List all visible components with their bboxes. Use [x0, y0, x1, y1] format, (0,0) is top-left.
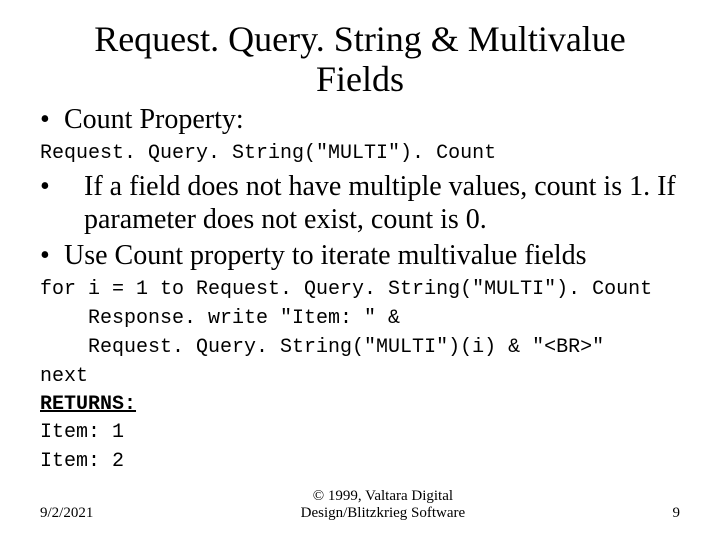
slide-title: Request. Query. String & Multivalue Fiel…	[40, 20, 680, 99]
footer-date: 9/2/2021	[40, 505, 93, 522]
bullet-use-count: Use Count property to iterate multivalue…	[40, 239, 680, 273]
code-snippet-1: Request. Query. String("MULTI"). Count	[40, 141, 680, 166]
copyright-line-1: © 1999, Valtara Digital	[313, 488, 453, 504]
returns-line: Item: 2	[40, 449, 680, 474]
bullet-count-property: Count Property:	[40, 103, 680, 137]
code-line: for i = 1 to Request. Query. String("MUL…	[40, 277, 680, 302]
slide: Request. Query. String & Multivalue Fiel…	[0, 0, 720, 540]
bullet-text: Use Count property to iterate multivalue…	[64, 240, 587, 271]
returns-label: RETURNS:	[40, 393, 680, 416]
footer-copyright: © 1999, Valtara Digital Design/Blitzkrie…	[301, 488, 466, 522]
footer: 9/2/2021 © 1999, Valtara Digital Design/…	[40, 488, 680, 522]
code-snippet-2: for i = 1 to Request. Query. String("MUL…	[40, 277, 680, 474]
code-line: Request. Query. String("MULTI")(i) & "<B…	[40, 335, 680, 360]
returns-line: Item: 1	[40, 420, 680, 445]
title-line-1: Request. Query. String & Multivalue	[94, 19, 626, 59]
copyright-line-2: Design/Blitzkrieg Software	[301, 505, 466, 521]
code-line: next	[40, 364, 680, 389]
bullet-field-values: If a field does not have multiple values…	[40, 170, 680, 237]
code-line: Response. write "Item: " &	[40, 306, 680, 331]
footer-page-number: 9	[672, 505, 680, 522]
title-line-2: Fields	[316, 59, 404, 99]
bullet-text: Count Property:	[64, 104, 244, 135]
bullet-text: If a field does not have multiple values…	[64, 170, 680, 237]
